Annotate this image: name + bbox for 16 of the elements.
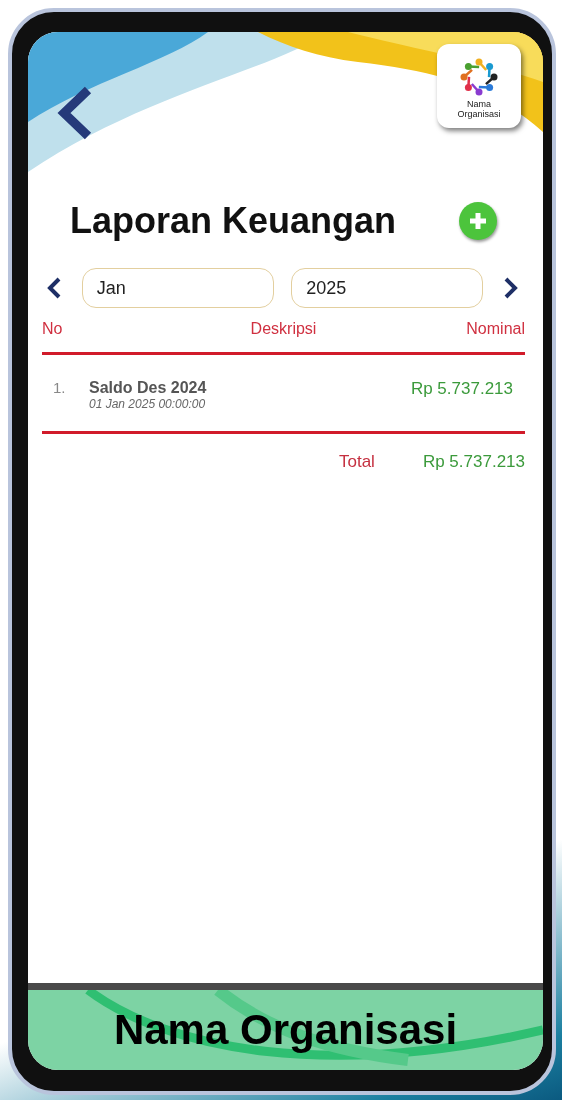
- footer-title: Nama Organisasi: [113, 1006, 458, 1054]
- people-circle-icon: [459, 56, 499, 97]
- total-label: Total: [339, 452, 375, 472]
- row-number: 1.: [53, 379, 67, 396]
- entry-amount: Rp 5.737.213: [410, 379, 513, 399]
- entry-date: 01 Jan 2025 00:00:00: [89, 397, 207, 411]
- page-title: Laporan Keuangan: [70, 200, 397, 242]
- total-amount: Rp 5.737.213: [422, 452, 525, 472]
- column-header: No: [42, 320, 63, 337]
- organization-name: Nama Organisasi: [456, 99, 502, 120]
- plus-icon: [467, 210, 489, 232]
- column-header: Deskripsi: [250, 320, 317, 337]
- month-field[interactable]: Jan: [81, 268, 274, 308]
- entry-description: Saldo Des 2024: [89, 379, 208, 397]
- year-field[interactable]: 2025: [291, 268, 484, 308]
- column-header: Nominal: [466, 320, 525, 337]
